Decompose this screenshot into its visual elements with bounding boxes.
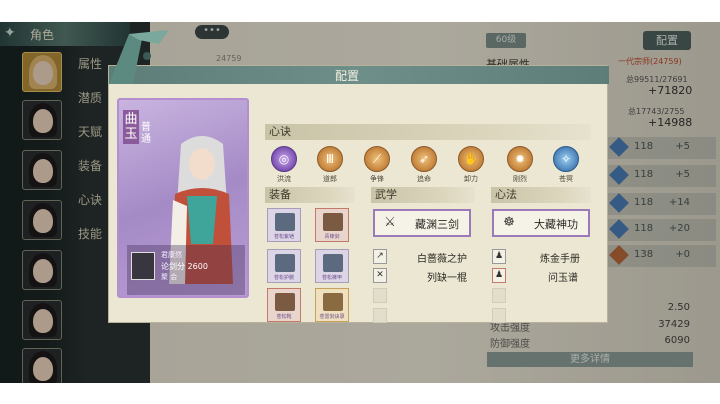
equip-slot-manual[interactable]: 苍雷剑诀录: [315, 288, 349, 322]
martial-main-slot[interactable]: ⚔ 藏渊三剑: [373, 209, 471, 237]
figure-icon: ♟: [492, 268, 506, 283]
skill-daolang[interactable]: Ⅲ 道郎: [315, 146, 345, 184]
scroll-icon: [323, 293, 343, 311]
skill-zhengfeng[interactable]: ⟋ 争锋: [362, 146, 392, 184]
owner-name: 君康然: [161, 251, 182, 259]
config-dialog: 配置 曲玉 普通 君康然 论剑分 2600 聚 会 心诀 ◎ 洪流 Ⅲ 道郎 ⟋…: [108, 30, 609, 323]
character-rank: 聚 会: [161, 273, 178, 281]
spear-icon: ⟋: [364, 146, 390, 172]
martial-sub-slot[interactable]: ↗ 白蔷薇之护: [373, 249, 473, 265]
character-name: 曲玉: [123, 110, 139, 144]
equip-slot-boots[interactable]: 苍松靴: [267, 288, 301, 322]
empty-mind-slot[interactable]: [492, 308, 506, 323]
swords-icon: ⚔: [384, 215, 396, 230]
sword-score: 论剑分 2600: [161, 262, 208, 271]
equip-slot-bracer[interactable]: 苍松护腕: [267, 249, 301, 283]
martial-sub-slot[interactable]: ✕ 列缺一棍: [373, 268, 473, 284]
equip-slot-armor[interactable]: 苍松紫铠: [267, 208, 301, 242]
boots-icon: [275, 293, 295, 311]
staff-icon: ✕: [373, 268, 387, 283]
empty-martial-slot[interactable]: [373, 308, 387, 323]
skill-xieli[interactable]: ✋ 卸力: [456, 146, 486, 184]
empty-martial-slot[interactable]: [373, 288, 387, 303]
banner-decoration-icon: [109, 30, 169, 84]
skill-cangming[interactable]: ✧ 苍冥: [551, 146, 581, 184]
mind-sub-slot[interactable]: ♟ 问玉谱: [492, 268, 592, 284]
arrow-icon: ➶: [411, 146, 437, 172]
bracer-icon: [275, 254, 295, 272]
pants-icon: [323, 254, 343, 272]
armor-icon: [275, 213, 295, 231]
empty-mind-slot[interactable]: [492, 288, 506, 303]
palm-icon: ✋: [458, 146, 484, 172]
skill-ganglie[interactable]: ✹ 刚烈: [505, 146, 535, 184]
owner-avatar: [131, 252, 155, 280]
mind-main-slot[interactable]: ☸ 大藏神功: [492, 209, 590, 237]
mind-section-bar: 心法: [491, 187, 591, 203]
equip-section-bar: 装备: [265, 187, 355, 203]
equip-slot-pants[interactable]: 苍松裤甲: [315, 249, 349, 283]
game-screen: ✦ 角色 属性 潜质 天赋 装备 心诀 技能 ••• 24759 60级 配置 …: [0, 22, 720, 383]
meditation-icon: ☸: [503, 215, 515, 230]
equip-slot-weapon[interactable]: 青锋剑: [315, 208, 349, 242]
flame-icon: ✹: [507, 146, 533, 172]
skill-zhuiming[interactable]: ➶ 追命: [409, 146, 439, 184]
skill-hongliu[interactable]: ◎ 洪流: [269, 146, 299, 184]
sword-icon: [323, 213, 343, 231]
figure-icon: ♟: [492, 249, 506, 264]
character-subtitle: 普通: [141, 122, 151, 145]
heart-section-bar: 心诀: [265, 124, 591, 140]
vortex-icon: ◎: [271, 146, 297, 172]
blade-icon: ↗: [373, 249, 387, 264]
character-card: 曲玉 普通 君康然 论剑分 2600 聚 会: [117, 98, 249, 298]
mind-sub-slot[interactable]: ♟ 炼金手册: [492, 249, 592, 265]
orb-icon: ✧: [553, 146, 579, 172]
martial-section-bar: 武学: [371, 187, 475, 203]
dialog-header: 配置: [109, 66, 609, 84]
dialog-title: 配置: [335, 69, 360, 83]
pillar-icon: Ⅲ: [317, 146, 343, 172]
